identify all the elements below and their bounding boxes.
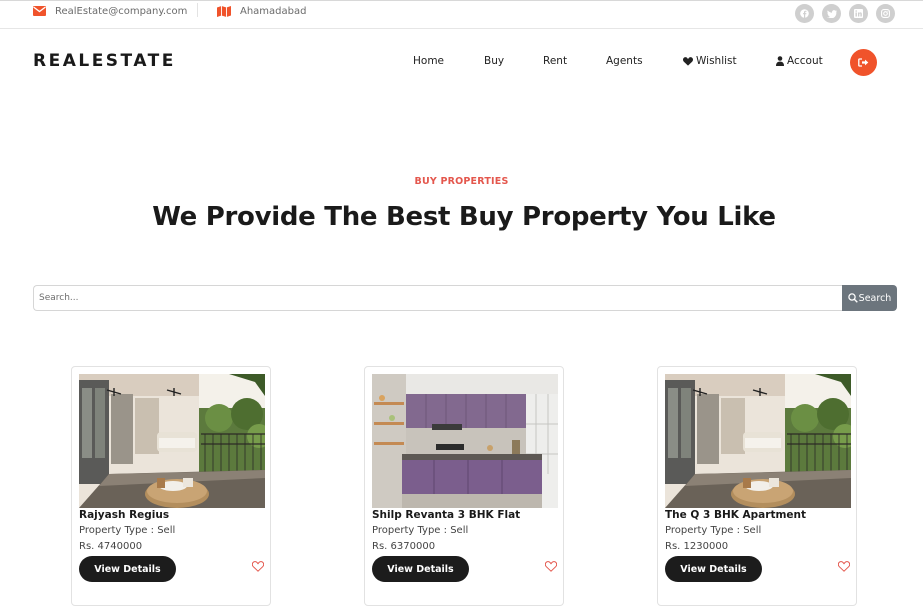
email-text: RealEstate@company.com <box>55 5 188 17</box>
main-navbar: REALESTATE Home Buy Rent Agents Wishlist… <box>0 29 923 95</box>
property-card: The Q 3 BHK Apartment Property Type : Se… <box>657 366 857 606</box>
property-title[interactable]: Shilp Revanta 3 BHK Flat <box>372 509 520 521</box>
location-contact: Ahamadabad <box>217 1 306 21</box>
property-card: Shilp Revanta 3 BHK Flat Property Type :… <box>364 366 564 606</box>
divider <box>197 3 198 17</box>
property-title[interactable]: The Q 3 BHK Apartment <box>665 509 806 521</box>
balcony-photo[interactable] <box>79 374 265 508</box>
wishlist-heart-icon[interactable] <box>838 561 850 572</box>
nav-account[interactable]: Accout <box>776 55 823 67</box>
map-icon <box>217 5 231 17</box>
account-label: Accout <box>787 55 823 67</box>
nav-agents[interactable]: Agents <box>606 55 643 67</box>
property-price: Rs. 1230000 <box>665 541 729 552</box>
search-icon <box>847 293 858 303</box>
section-eyebrow: BUY PROPERTIES <box>414 176 509 187</box>
top-bar: RealEstate@company.com Ahamadabad <box>0 0 923 29</box>
facebook-icon[interactable] <box>795 4 814 23</box>
wishlist-heart-icon[interactable] <box>252 561 264 572</box>
property-card: Rajyash Regius Property Type : Sell Rs. … <box>71 366 271 606</box>
wishlist-label: Wishlist <box>696 55 737 67</box>
property-price: Rs. 4740000 <box>79 541 143 552</box>
property-type: Property Type : Sell <box>665 525 762 536</box>
linkedin-icon[interactable] <box>849 4 868 23</box>
nav-buy[interactable]: Buy <box>484 55 504 67</box>
search-bar: Search <box>33 285 897 311</box>
search-button[interactable]: Search <box>842 285 897 311</box>
view-details-button[interactable]: View Details <box>372 556 469 582</box>
view-details-button[interactable]: View Details <box>665 556 762 582</box>
nav-home[interactable]: Home <box>413 55 444 67</box>
view-details-button[interactable]: View Details <box>79 556 176 582</box>
twitter-icon[interactable] <box>822 4 841 23</box>
instagram-icon[interactable] <box>876 4 895 23</box>
search-input[interactable] <box>33 285 843 311</box>
social-links <box>795 4 895 23</box>
nav-wishlist[interactable]: Wishlist <box>683 55 737 67</box>
nav-rent[interactable]: Rent <box>543 55 567 67</box>
location-text: Ahamadabad <box>240 5 307 17</box>
property-type: Property Type : Sell <box>372 525 469 536</box>
kitchen-photo[interactable] <box>372 374 558 508</box>
site-logo[interactable]: REALESTATE <box>33 51 176 71</box>
property-type: Property Type : Sell <box>79 525 176 536</box>
heart-icon <box>683 56 693 66</box>
page-title: We Provide The Best Buy Property You Lik… <box>152 202 776 232</box>
property-title[interactable]: Rajyash Regius <box>79 509 169 521</box>
wishlist-heart-icon[interactable] <box>545 561 557 572</box>
search-button-label: Search <box>858 292 892 304</box>
sign-out-icon <box>858 58 869 67</box>
email-contact[interactable]: RealEstate@company.com <box>33 1 187 21</box>
envelope-icon <box>33 6 46 16</box>
balcony-photo[interactable] <box>665 374 851 508</box>
property-price: Rs. 6370000 <box>372 541 436 552</box>
logout-button[interactable] <box>850 49 877 76</box>
user-icon <box>776 56 784 66</box>
